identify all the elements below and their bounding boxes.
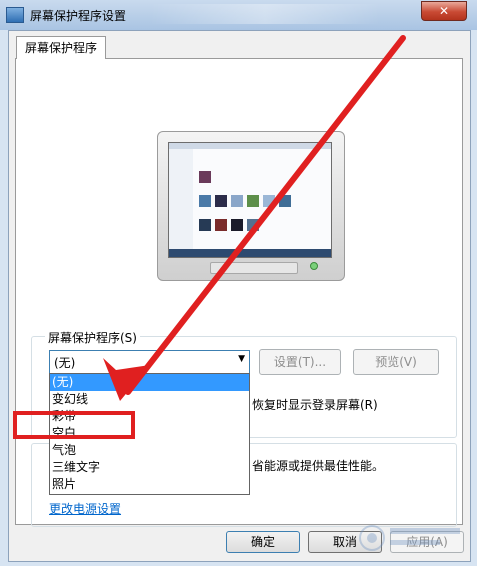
tab-panel: 屏幕保护程序(S) (无) ▼ 设置(T)... 预览(V) 恢复时显示登录屏幕… xyxy=(15,58,463,527)
settings-button[interactable]: 设置(T)... xyxy=(259,349,341,375)
change-power-settings-link[interactable]: 更改电源设置 xyxy=(49,500,121,517)
monitor-power-led-icon xyxy=(310,262,318,270)
power-description: 省能源或提供最佳性能。 xyxy=(252,459,385,473)
screensaver-group-label: 屏幕保护程序(S) xyxy=(45,329,140,346)
preview-thumbnail xyxy=(199,219,211,231)
screensaver-dropdown-list[interactable]: (无) 变幻线 彩带 空白 气泡 三维文字 照片 xyxy=(49,373,250,495)
preview-thumbnail xyxy=(231,195,243,207)
dropdown-option[interactable]: 照片 xyxy=(50,476,249,493)
chevron-down-icon[interactable]: ▼ xyxy=(238,354,245,364)
close-button[interactable]: ✕ xyxy=(421,1,467,21)
preview-window-sidebar xyxy=(169,149,193,249)
dropdown-option[interactable]: 三维文字 xyxy=(50,459,249,476)
tab-screensaver[interactable]: 屏幕保护程序 xyxy=(16,36,107,59)
screensaver-select[interactable]: (无) ▼ xyxy=(49,350,250,374)
window-title: 屏幕保护程序设置 xyxy=(30,9,127,23)
dialog-body: 屏幕保护程序 屏幕保护程序(S) (无) ▼ 设置(T)... 预览(V) 恢复… xyxy=(8,30,471,562)
monitor-preview xyxy=(157,131,345,281)
preview-button[interactable]: 预览(V) xyxy=(353,349,439,375)
dropdown-option[interactable]: (无) xyxy=(50,374,249,391)
background-taskbar-ghost xyxy=(150,4,380,24)
dropdown-option-bubbles[interactable]: 气泡 xyxy=(50,442,249,459)
preview-thumbnail xyxy=(215,219,227,231)
preview-thumbnail xyxy=(215,195,227,207)
monitor-screen xyxy=(168,142,332,258)
preview-thumbnail xyxy=(231,219,243,231)
dropdown-option[interactable]: 彩带 xyxy=(50,408,249,425)
title-bar[interactable]: 屏幕保护程序设置 ✕ xyxy=(0,0,477,30)
preview-thumbnail xyxy=(279,195,291,207)
screensaver-select-value: (无) xyxy=(54,356,76,370)
dropdown-option[interactable]: 空白 xyxy=(50,425,249,442)
preview-thumbnail xyxy=(247,195,259,207)
preview-thumbnail xyxy=(247,219,259,231)
resume-login-label[interactable]: 恢复时显示登录屏幕(R) xyxy=(252,396,378,413)
ok-button[interactable]: 确定 xyxy=(226,531,300,553)
watermark-logo xyxy=(359,525,460,551)
preview-thumbnail xyxy=(199,195,211,207)
screensaver-app-icon xyxy=(6,7,24,23)
preview-thumbnail xyxy=(263,195,275,207)
monitor-base xyxy=(210,262,298,274)
preview-taskbar xyxy=(169,249,331,257)
dropdown-option[interactable]: 变幻线 xyxy=(50,391,249,408)
preview-window-titlebar xyxy=(169,143,331,149)
preview-thumbnail xyxy=(199,171,211,183)
